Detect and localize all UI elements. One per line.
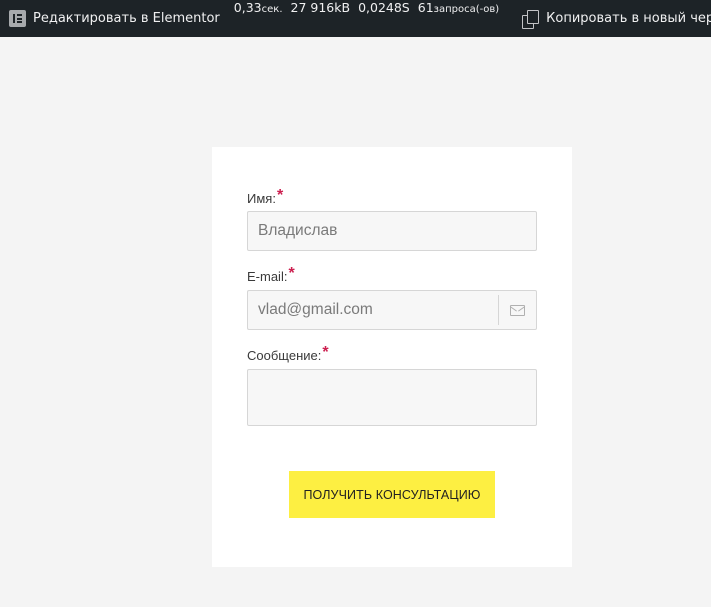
database-time: 0,0248S — [358, 0, 410, 15]
name-label: Имя:* — [247, 187, 284, 206]
required-mark: * — [276, 187, 284, 204]
copy-to-new-draft-link[interactable]: Копировать в новый черновик — [521, 0, 711, 37]
memory-usage: 27 916kB — [290, 0, 351, 15]
envelope-icon — [509, 304, 525, 316]
edit-with-elementor-link[interactable]: Редактировать в Elementor — [0, 0, 220, 37]
elementor-icon — [9, 10, 26, 27]
query-monitor-stats[interactable]: 0,33сек. 27 916kB 0,0248S 61запроса(-ов) — [234, 0, 507, 37]
email-input[interactable] — [247, 290, 498, 330]
email-label: E-mail:* — [247, 265, 295, 284]
edit-with-elementor-label: Редактировать в Elementor — [33, 11, 220, 26]
admin-bar: Редактировать в Elementor 0,33сек. 27 91… — [0, 0, 711, 37]
page-generation-time: 0,33сек. — [233, 0, 283, 15]
message-textarea[interactable] — [247, 369, 537, 426]
copy-icon — [521, 9, 540, 29]
submit-consultation-button[interactable]: ПОЛУЧИТЬ КОНСУЛЬТАЦИЮ — [289, 471, 495, 518]
required-mark: * — [288, 265, 295, 282]
email-addon — [498, 290, 537, 330]
name-input[interactable] — [247, 211, 537, 251]
copy-to-new-draft-label: Копировать в новый черновик — [546, 11, 711, 26]
database-queries: 61запроса(-ов) — [417, 0, 500, 15]
consultation-form-card: Имя:* E-mail:* Сообщение:* ПОЛУЧИТЬ КОНС… — [212, 147, 572, 567]
required-mark: * — [322, 344, 329, 361]
message-label: Сообщение:* — [247, 344, 329, 363]
